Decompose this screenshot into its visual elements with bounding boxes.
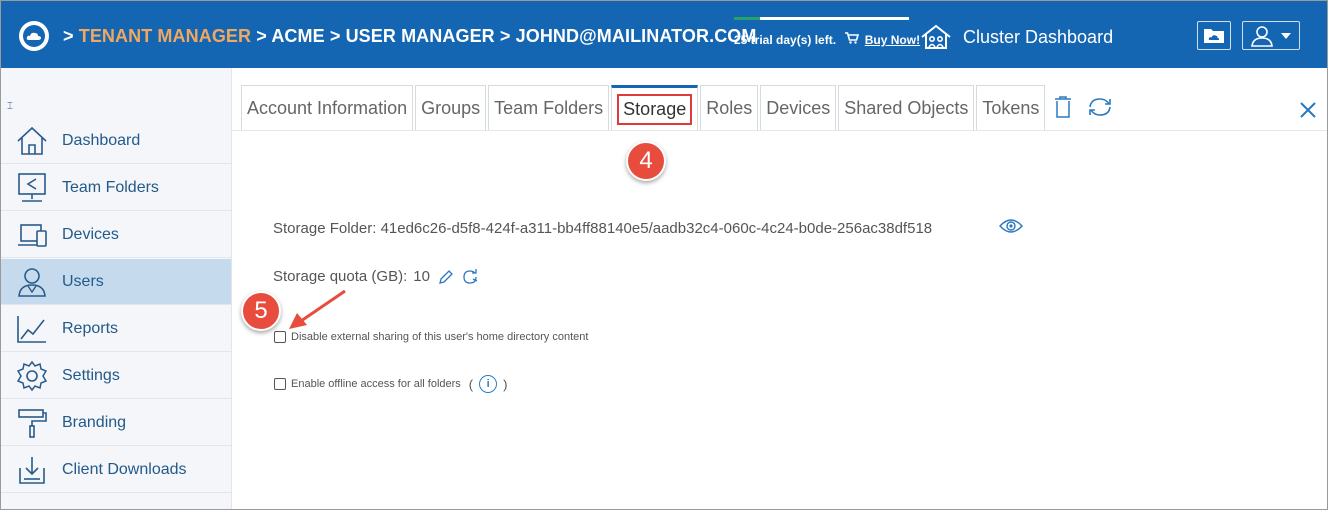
sidebar-item-branding[interactable]: Branding: [1, 400, 231, 446]
tab-storage[interactable]: Storage: [611, 85, 699, 131]
sidebar-item-client-downloads[interactable]: Client Downloads: [1, 447, 231, 493]
reports-icon: [15, 312, 49, 346]
cluster-house-icon: [921, 24, 951, 49]
trial-progress-bar: [734, 17, 909, 20]
app-window: > TENANT MANAGER > ACME > USER MANAGER >…: [0, 0, 1328, 510]
breadcrumb-acme[interactable]: ACME: [271, 26, 324, 46]
tab-groups[interactable]: Groups: [415, 85, 487, 131]
sidebar: ⌶ Dashboard Team Folders Devices Users R…: [1, 68, 232, 509]
sidebar-item-label: Reports: [62, 319, 119, 337]
tab-team-folders[interactable]: Team Folders: [488, 85, 610, 131]
top-header: > TENANT MANAGER > ACME > USER MANAGER >…: [1, 1, 1327, 68]
breadcrumb-separator: >: [63, 26, 74, 46]
sidebar-item-label: Dashboard: [62, 131, 141, 149]
step-4-badge: 4: [626, 141, 666, 181]
sidebar-item-label: Users: [62, 272, 104, 290]
sidebar-item-team-folders[interactable]: Team Folders: [1, 165, 231, 211]
download-icon: [15, 453, 49, 487]
info-group: ( i ): [468, 375, 508, 393]
trial-days-text: 25 trial day(s) left.: [734, 33, 837, 47]
breadcrumb-separator: >: [256, 26, 267, 46]
breadcrumb-user-email: JOHND@MAILINATOR.COM: [515, 26, 757, 46]
sidebar-item-dashboard[interactable]: Dashboard: [1, 118, 231, 164]
paint-roller-icon: [15, 406, 49, 440]
pencil-icon[interactable]: [438, 269, 454, 285]
breadcrumb: > TENANT MANAGER > ACME > USER MANAGER >…: [63, 26, 757, 47]
enable-offline-access-option: Enable offline access for all folders ( …: [274, 375, 507, 393]
sidebar-item-users[interactable]: Users: [1, 259, 231, 305]
sidebar-item-reports[interactable]: Reports: [1, 306, 231, 352]
folder-cloud-icon: [1204, 29, 1224, 43]
tab-actions: [1053, 95, 1113, 124]
tab-divider: [232, 130, 1327, 131]
eye-icon[interactable]: [999, 218, 1023, 239]
breadcrumb-separator: >: [499, 26, 511, 46]
info-icon[interactable]: i: [479, 375, 498, 393]
trash-icon[interactable]: [1053, 95, 1073, 124]
enable-offline-access-label: Enable offline access for all folders: [291, 378, 461, 390]
sidebar-item-label: Branding: [62, 413, 127, 431]
disable-external-sharing-option: Disable external sharing of this user's …: [274, 331, 588, 343]
storage-quota-value: 10: [413, 268, 430, 285]
user-tabs: Account Information Groups Team Folders …: [241, 85, 1047, 131]
devices-icon: [15, 218, 49, 252]
storage-folder-label: Storage Folder:: [273, 220, 377, 237]
annotation-arrow-icon: [289, 289, 346, 329]
step-5-badge: 5: [241, 291, 281, 331]
enable-offline-access-checkbox[interactable]: [274, 378, 286, 390]
breadcrumb-separator: >: [329, 26, 341, 46]
buy-now-link[interactable]: Buy Now!: [865, 33, 920, 47]
tab-tokens[interactable]: Tokens: [976, 85, 1046, 131]
storage-quota-label: Storage quota (GB):: [273, 268, 408, 285]
storage-folder-value: 41ed6c26-d5f8-424f-a311-bb4ff88140e5/aad…: [380, 220, 933, 237]
breadcrumb-user-manager[interactable]: USER MANAGER: [346, 26, 495, 46]
cloud-logo-icon[interactable]: [19, 21, 49, 51]
reset-icon[interactable]: [462, 268, 480, 285]
sidebar-item-label: Team Folders: [62, 178, 159, 196]
sidebar-item-devices[interactable]: Devices: [1, 212, 231, 258]
cart-icon[interactable]: [845, 32, 862, 47]
breadcrumb-tenant-manager[interactable]: TENANT MANAGER: [79, 26, 251, 46]
storage-folder-row: Storage Folder: 41ed6c26-d5f8-424f-a311-…: [273, 220, 932, 237]
home-icon: [15, 124, 49, 158]
sidebar-collapse-icon[interactable]: ⌶: [7, 101, 13, 112]
tab-shared-objects[interactable]: Shared Objects: [838, 85, 975, 131]
user-avatar-icon: [1251, 25, 1273, 47]
cluster-dashboard-label: Cluster Dashboard: [963, 26, 1114, 47]
sidebar-item-settings[interactable]: Settings: [1, 353, 231, 399]
team-folder-icon: [15, 171, 49, 205]
user-menu-button[interactable]: [1242, 21, 1300, 50]
refresh-icon[interactable]: [1087, 96, 1113, 123]
sidebar-item-label: Settings: [62, 366, 120, 384]
users-icon: [15, 265, 49, 299]
sidebar-item-label: Devices: [62, 225, 119, 243]
disable-external-sharing-checkbox[interactable]: [274, 331, 286, 343]
tab-devices[interactable]: Devices: [760, 85, 837, 131]
sidebar-item-label: Client Downloads: [62, 460, 187, 478]
cloud-folder-button[interactable]: [1197, 21, 1231, 50]
trial-status: 25 trial day(s) left. Buy Now!: [734, 32, 920, 47]
cluster-dashboard-link[interactable]: Cluster Dashboard: [919, 23, 1113, 51]
gear-icon: [15, 359, 49, 393]
close-icon[interactable]: [1299, 101, 1317, 124]
tab-account-information[interactable]: Account Information: [241, 85, 414, 131]
storage-quota-row: Storage quota (GB): 10: [273, 268, 480, 285]
disable-external-sharing-label: Disable external sharing of this user's …: [291, 331, 589, 343]
tab-roles[interactable]: Roles: [700, 85, 759, 131]
chevron-down-icon: [1281, 32, 1291, 39]
